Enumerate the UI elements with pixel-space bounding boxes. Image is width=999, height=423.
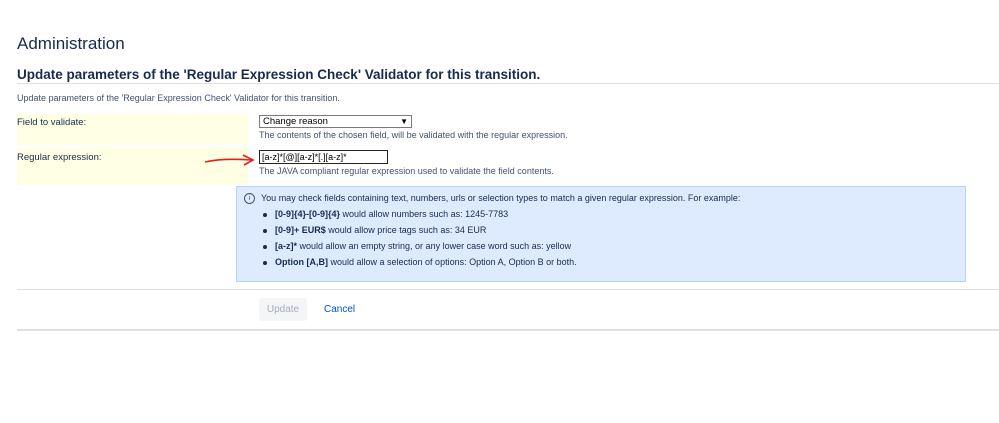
- example-code: [a-z]*: [275, 241, 297, 251]
- example-text: would allow a selection of options: Opti…: [328, 257, 577, 267]
- field-to-validate-select[interactable]: Change reason ▼: [259, 115, 412, 128]
- update-button[interactable]: Update: [259, 298, 307, 321]
- annotation-arrow-icon: [204, 154, 255, 166]
- list-item: [0-9]{4}-[0-9]{4} would allow numbers su…: [261, 209, 577, 225]
- example-text: would allow numbers such as: 1245-7783: [340, 209, 509, 219]
- list-item: [a-z]* would allow an empty string, or a…: [261, 241, 577, 257]
- cancel-link[interactable]: Cancel: [324, 304, 355, 315]
- footer-divider-top: [17, 289, 999, 290]
- form-heading: Update parameters of the 'Regular Expres…: [17, 67, 541, 82]
- field-to-validate-help: The contents of the chosen field, will b…: [259, 130, 568, 140]
- example-text: would allow an empty string, or any lowe…: [297, 241, 572, 251]
- info-panel: i You may check fields containing text, …: [236, 186, 966, 282]
- chevron-down-icon: ▼: [400, 117, 408, 126]
- heading-divider: [17, 83, 999, 84]
- list-item: [0-9]+ EUR$ would allow price tags such …: [261, 225, 577, 241]
- example-code: [0-9]{4}-[0-9]{4}: [275, 209, 341, 219]
- info-icon: i: [244, 193, 255, 204]
- form-description: Update parameters of the 'Regular Expres…: [17, 93, 340, 103]
- example-code: Option [A,B]: [275, 257, 328, 267]
- regular-expression-label: Regular expression:: [17, 152, 102, 163]
- regular-expression-help: The JAVA compliant regular expression us…: [259, 166, 554, 176]
- field-select-value: Change reason: [263, 116, 328, 127]
- example-code: [0-9]+ EUR$: [275, 225, 326, 235]
- list-item: Option [A,B] would allow a selection of …: [261, 257, 577, 273]
- info-intro: You may check fields containing text, nu…: [261, 193, 741, 203]
- footer-divider-bottom: [17, 329, 999, 331]
- field-to-validate-label: Field to validate:: [17, 117, 87, 128]
- page-title: Administration: [17, 34, 125, 53]
- examples-list: [0-9]{4}-[0-9]{4} would allow numbers su…: [261, 209, 577, 273]
- regular-expression-input[interactable]: [a-z]*[@][a-z]*[.][a-z]*: [259, 150, 388, 164]
- example-text: would allow price tags such as: 34 EUR: [325, 225, 487, 235]
